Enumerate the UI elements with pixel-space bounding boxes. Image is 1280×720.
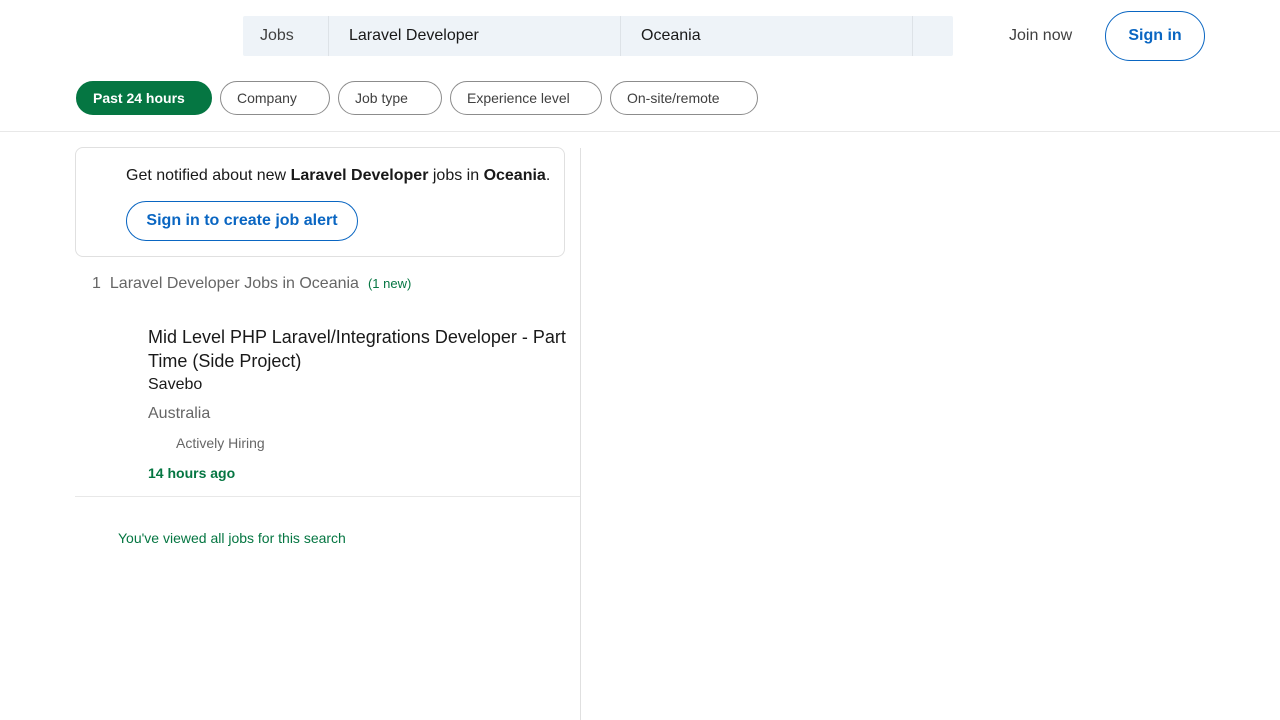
new-results-badge: (1 new) [367, 276, 412, 291]
company-logo [92, 327, 148, 383]
filter-experience-level[interactable]: Experience level [450, 81, 602, 115]
viewed-all-jobs-note: You've viewed all jobs for this search [118, 530, 346, 546]
results-count: 1 [92, 275, 101, 292]
job-card[interactable]: Mid Level PHP Laravel/Integrations Devel… [75, 310, 580, 497]
job-posted-time: 14 hours ago [148, 465, 236, 481]
filter-job-type[interactable]: Job type [338, 81, 442, 115]
results-count-header: 1 Laravel Developer Jobs in Oceania (1 n… [92, 275, 411, 293]
job-benefit-label: Actively Hiring [176, 435, 265, 451]
search-category-select[interactable]: Jobs [243, 16, 329, 56]
location-search-input[interactable]: Oceania [621, 16, 913, 56]
search-submit-button[interactable] [913, 16, 953, 56]
column-divider [580, 148, 581, 720]
job-benefit: Actively Hiring [148, 435, 265, 451]
search-bar: Jobs Laravel Developer Oceania [243, 16, 953, 56]
join-now-link[interactable]: Join now [992, 24, 1089, 48]
filter-on-site-remote[interactable]: On-site/remote [610, 81, 758, 115]
keyword-search-input[interactable]: Laravel Developer [329, 16, 621, 56]
job-alert-card: Get notified about new Laravel Developer… [75, 147, 565, 257]
sign-in-button[interactable]: Sign in [1105, 11, 1205, 61]
top-header: Jobs Laravel Developer Oceania Join now … [0, 0, 1280, 72]
create-job-alert-button[interactable]: Sign in to create job alert [126, 201, 358, 241]
actively-hiring-icon [148, 435, 176, 451]
job-company[interactable]: Savebo [148, 376, 202, 394]
results-label: Laravel Developer Jobs in Oceania [109, 275, 359, 292]
filter-company[interactable]: Company [220, 81, 330, 115]
job-title[interactable]: Mid Level PHP Laravel/Integrations Devel… [148, 325, 568, 373]
job-location: Australia [148, 405, 211, 422]
filter-past-24-hours[interactable]: Past 24 hours [76, 81, 212, 115]
job-alert-text: Get notified about new Laravel Developer… [126, 167, 551, 184]
filter-bar: Past 24 hours Company Job type Experienc… [0, 72, 1280, 132]
